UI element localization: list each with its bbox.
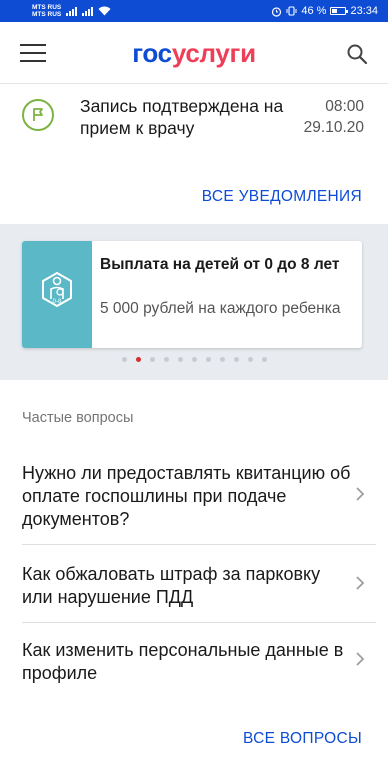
logo-part-uslugi: услуги [171, 38, 256, 68]
app-bar: госуслуги [0, 22, 388, 84]
status-bar: MTS RUS MTS RUS 46 % 23:34 [0, 0, 388, 22]
all-notifications-link[interactable]: ВСЕ УВЕДОМЛЕНИЯ [202, 188, 362, 206]
flag-icon [22, 99, 54, 131]
notification-datetime: 08:00 29.10.20 [304, 96, 364, 138]
carousel-dot[interactable] [233, 357, 239, 362]
notification-text: Запись подтверждена на прием к врачу [80, 96, 284, 138]
carousel-dot[interactable] [205, 357, 211, 362]
banner-card[interactable]: 0-8 Выплата на детей от 0 до 8 лет 5 000… [22, 241, 362, 348]
carousel-pagination [0, 357, 388, 365]
vibrate-icon [286, 6, 297, 16]
carousel-dot[interactable] [135, 357, 141, 362]
all-questions-link[interactable]: ВСЕ ВОПРОСЫ [243, 730, 362, 748]
banner-description: 5 000 рублей на каждого ребенка [100, 300, 341, 317]
carousel-dot[interactable] [121, 357, 127, 362]
carousel-dot[interactable] [191, 357, 197, 362]
faq-question: Как обжаловать штраф за парковку или нар… [22, 564, 321, 607]
signal-icon [66, 6, 78, 16]
faq-item[interactable]: Нужно ли предоставлять квитанцию об опла… [0, 460, 388, 544]
faq-section-label: Частые вопросы [22, 410, 134, 426]
child-payment-icon: 0-8 [22, 241, 92, 348]
carousel-dot[interactable] [219, 357, 225, 362]
carousel-dot[interactable] [261, 357, 267, 362]
notification-time: 08:00 [325, 98, 364, 115]
carousel-dot[interactable] [247, 357, 253, 362]
battery-icon [330, 7, 349, 15]
alarm-icon [272, 6, 282, 17]
chevron-right-icon [356, 487, 365, 501]
wifi-icon [98, 6, 111, 16]
clock: 23:34 [350, 5, 378, 17]
gosuslugi-logo[interactable]: госуслуги [0, 38, 388, 68]
carousel-dot[interactable] [163, 357, 169, 362]
status-bar-left: MTS RUS MTS RUS [32, 4, 111, 18]
carrier-1: MTS RUS [32, 4, 62, 11]
carousel-dot[interactable] [149, 357, 155, 362]
carousel-dot[interactable] [177, 357, 183, 362]
signal-icon-2 [82, 6, 94, 16]
notification-date: 29.10.20 [303, 119, 364, 136]
status-bar-right: 46 % 23:34 [271, 5, 378, 17]
chevron-right-icon [356, 576, 365, 590]
faq-question: Нужно ли предоставлять квитанцию об опла… [22, 463, 351, 529]
faq-item[interactable]: Как обжаловать штраф за парковку или нар… [0, 545, 388, 621]
banner-title: Выплата на детей от 0 до 8 лет [100, 256, 340, 273]
search-icon[interactable] [346, 43, 368, 65]
faq-question: Как изменить персональные данные в профи… [22, 640, 344, 683]
notification-item[interactable]: Запись подтверждена на прием к врачу 08:… [0, 85, 388, 147]
carrier-labels: MTS RUS MTS RUS [32, 4, 61, 18]
chevron-right-icon [356, 652, 365, 666]
battery-percent: 46 % [301, 5, 327, 17]
banner-icon-caption: 0-8 [53, 299, 62, 305]
faq-item[interactable]: Как изменить персональные данные в профи… [0, 623, 388, 699]
carrier-2: MTS RUS [32, 11, 62, 18]
logo-part-gos: гос [132, 38, 172, 68]
